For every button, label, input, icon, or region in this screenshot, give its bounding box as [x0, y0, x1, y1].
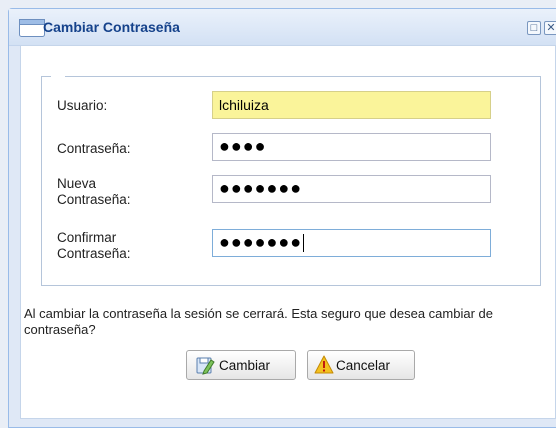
- confirmar-contrasena-input[interactable]: ●●●●●●●: [212, 229, 491, 257]
- window-body: Usuario: lchiluiza Contraseña: ●●●● Nuev…: [20, 45, 556, 419]
- close-button[interactable]: ✕: [544, 21, 556, 35]
- text-caret: [303, 234, 305, 253]
- confirmar-label-line1: Confirmar: [57, 230, 117, 245]
- maximize-button[interactable]: □: [527, 21, 541, 35]
- cancelar-button-label: Cancelar: [336, 357, 391, 373]
- cancelar-button[interactable]: Cancelar: [307, 350, 415, 380]
- contrasena-input[interactable]: ●●●●: [212, 133, 491, 161]
- confirmar-label-line2: Contraseña:: [57, 246, 131, 261]
- window-title: Cambiar Contraseña: [43, 19, 180, 35]
- cambiar-button-label: Cambiar: [219, 357, 271, 373]
- nueva-label-line2: Contraseña:: [57, 192, 131, 207]
- warning-icon: [314, 355, 334, 374]
- usuario-label: Usuario:: [57, 98, 108, 113]
- nueva-contrasena-input[interactable]: ●●●●●●●: [212, 175, 491, 203]
- credentials-fieldset: Usuario: lchiluiza Contraseña: ●●●● Nuev…: [41, 75, 541, 286]
- logout-warning-message: Al cambiar la contraseña la sesión se ce…: [24, 306, 493, 337]
- window-titlebar[interactable]: Cambiar Contraseña □ ✕: [9, 9, 556, 46]
- change-password-window: Cambiar Contraseña □ ✕ Usuario: lchiluiz…: [8, 8, 556, 428]
- contrasena-label: Contraseña:: [57, 141, 131, 156]
- save-pencil-icon: [196, 357, 215, 375]
- cambiar-button[interactable]: Cambiar: [186, 350, 296, 380]
- nueva-contrasena-label: Nueva Contraseña:: [57, 176, 131, 208]
- usuario-input[interactable]: lchiluiza: [212, 91, 491, 119]
- confirmar-contrasena-label: Confirmar Contraseña:: [57, 230, 131, 262]
- nueva-label-line1: Nueva: [57, 176, 97, 191]
- window-icon: [19, 19, 45, 37]
- confirmar-contrasena-value: ●●●●●●●: [219, 232, 303, 252]
